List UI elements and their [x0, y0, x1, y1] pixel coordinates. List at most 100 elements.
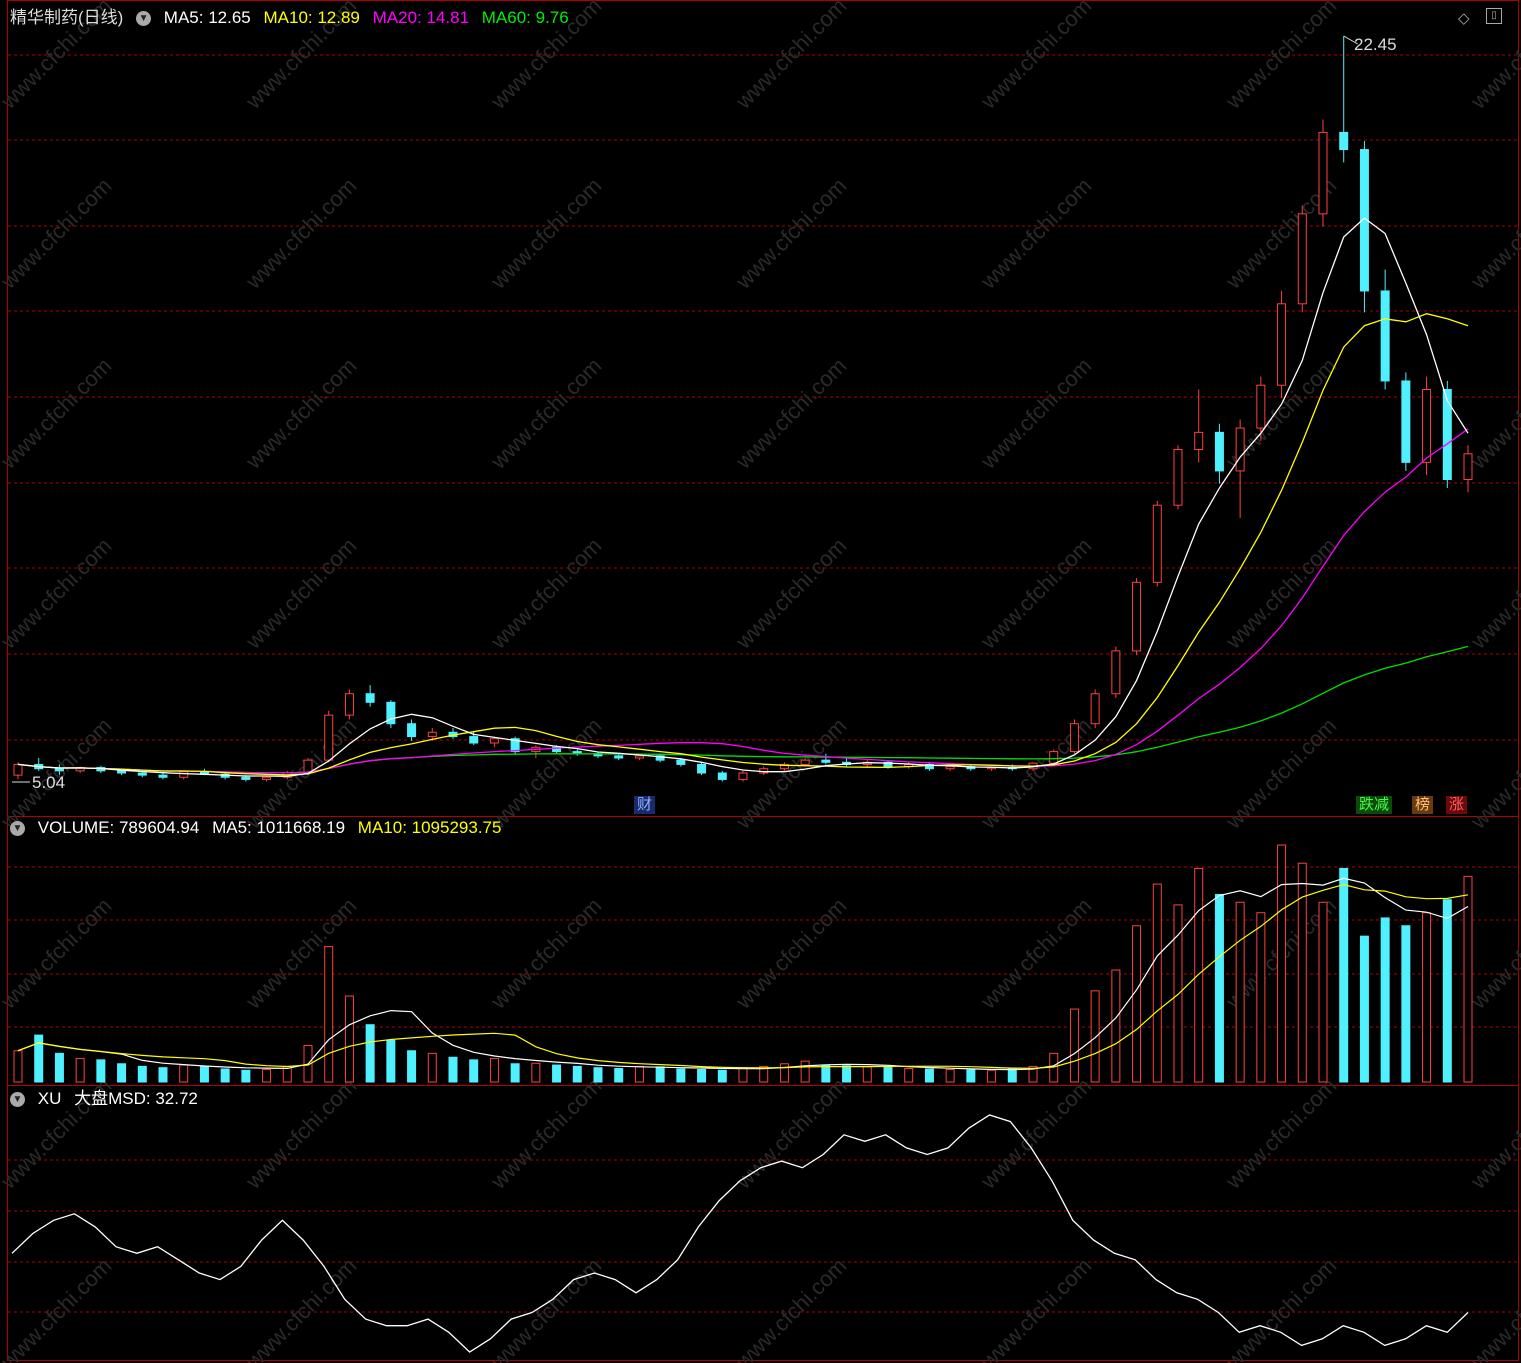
volume-bar — [324, 946, 334, 1083]
volume-bar — [365, 1024, 375, 1083]
tag-diejian[interactable]: 跌减 — [1356, 796, 1393, 814]
watermark-text: www.cfchi.com — [1220, 0, 1341, 114]
watermark-text: www.cfchi.com — [1220, 1253, 1341, 1363]
candle-body — [1256, 384, 1266, 429]
candle-body — [241, 776, 251, 780]
volume-bar — [1069, 1008, 1079, 1083]
tag-bang[interactable]: 榜 — [1412, 796, 1434, 814]
candle-body — [179, 771, 189, 778]
candle-body — [158, 774, 168, 778]
volume-bar — [344, 995, 354, 1083]
candle-body — [117, 770, 127, 774]
watermark-text: www.cfchi.com — [240, 173, 361, 294]
volume-bar — [34, 1034, 44, 1083]
xu-panel-header: ▼ XU 大盘MSD: 32.72 — [10, 1089, 206, 1109]
volume-bar — [262, 1068, 272, 1083]
volume-bar — [883, 1066, 893, 1083]
candle-body — [407, 723, 417, 738]
stock-chart-canvas[interactable]: www.cfchi.com www.cfchi.com www.cfchi.com w… — [0, 0, 1521, 1363]
volume-bar — [407, 1050, 417, 1083]
volume-bar — [1401, 925, 1411, 1083]
ma20-readout: MA20: 14.81 — [372, 8, 470, 27]
watermark-text: www.cfchi.com — [730, 173, 851, 294]
watermark-text: www.cfchi.com — [1220, 713, 1341, 834]
watermark-text: www.cfchi.com — [485, 533, 606, 654]
candle-body — [1442, 389, 1452, 480]
candle-body — [344, 693, 354, 716]
volume-bar — [75, 1058, 85, 1083]
diamond-icon[interactable]: ◇ — [1458, 9, 1470, 27]
xu-dropdown-icon[interactable]: ▼ — [10, 1092, 25, 1108]
volume-bar — [1422, 912, 1432, 1083]
volume-bar — [1132, 925, 1142, 1083]
volume-bar — [697, 1068, 707, 1083]
watermark-text: www.cfchi.com — [1220, 1073, 1341, 1194]
watermark-text: www.cfchi.com — [730, 1253, 851, 1363]
volume-bar — [614, 1067, 624, 1083]
candle-body — [821, 759, 831, 763]
volume-bar — [1256, 912, 1266, 1083]
tag-finance[interactable]: 财 — [634, 796, 656, 814]
watermark-text: www.cfchi.com — [485, 893, 606, 1014]
volume-bar — [158, 1067, 168, 1083]
candle-body — [262, 776, 272, 780]
volume-dropdown-icon[interactable]: ▼ — [10, 821, 25, 837]
watermark-text: www.cfchi.com — [975, 0, 1096, 114]
volume-bar — [448, 1056, 458, 1083]
volume-bar — [572, 1065, 582, 1083]
volume-bar — [13, 1050, 23, 1083]
volume-bar — [96, 1059, 106, 1083]
window-toggle-icon[interactable]: ▯ — [1486, 8, 1502, 24]
xu-label: XU — [37, 1089, 62, 1108]
watermark-text: www.cfchi.com — [975, 1253, 1096, 1363]
ma60-line — [17, 645, 1469, 774]
watermark-text: www.cfchi.com — [0, 353, 116, 474]
ma5-line — [17, 217, 1469, 777]
candle-body — [1401, 380, 1411, 463]
volume-bar — [1359, 935, 1369, 1083]
watermark-text: www.cfchi.com — [975, 353, 1096, 474]
candle-body — [634, 755, 644, 759]
volume-bar — [1318, 901, 1328, 1083]
volume-bar — [862, 1066, 872, 1083]
volume-bar — [469, 1059, 479, 1083]
candle-body — [717, 772, 727, 780]
high-price-label: 22.45 — [1354, 35, 1397, 54]
ma5-readout: MA5: 12.65 — [163, 8, 251, 27]
candle-body — [137, 772, 147, 776]
candle-body — [489, 738, 499, 744]
volume-bar — [800, 1060, 810, 1083]
watermark-text: www.cfchi.com — [1465, 533, 1521, 654]
candle-body — [1422, 389, 1432, 463]
volume-bar — [676, 1068, 686, 1083]
volume-bar — [1214, 893, 1224, 1083]
volume-bar — [1463, 875, 1473, 1083]
candle-body — [1069, 723, 1079, 753]
candle-body — [738, 772, 748, 780]
watermark-text: www.cfchi.com — [1465, 173, 1521, 294]
watermark-text: www.cfchi.com — [975, 893, 1096, 1014]
candle-body — [1132, 581, 1142, 652]
watermark-text: www.cfchi.com — [1465, 1253, 1521, 1363]
volume-bar — [1442, 899, 1452, 1083]
watermark-text: www.cfchi.com — [1465, 353, 1521, 474]
volume-bar — [117, 1063, 127, 1083]
stock-title: 精华制药(日线) — [10, 8, 124, 27]
ma60-readout: MA60: 9.76 — [481, 8, 569, 27]
volume-bar — [842, 1065, 852, 1083]
candle-body — [365, 693, 375, 703]
volume-bar — [1111, 969, 1121, 1083]
volume-bar — [738, 1067, 748, 1083]
candle-body — [469, 736, 479, 744]
volume-bar — [54, 1052, 64, 1083]
watermark-text: www.cfchi.com — [240, 353, 361, 474]
tag-zhang[interactable]: 涨 — [1446, 796, 1468, 814]
candle-body — [614, 755, 624, 759]
volume-bar — [199, 1066, 209, 1083]
volume-ma5-readout: MA5: 1011668.19 — [212, 818, 346, 837]
volume-bar — [1235, 901, 1245, 1083]
settings-dropdown-icon[interactable]: ▼ — [136, 11, 152, 27]
candle-body — [1339, 131, 1349, 151]
watermark-text: www.cfchi.com — [485, 1073, 606, 1194]
low-price-label: 5.04 — [32, 773, 66, 792]
